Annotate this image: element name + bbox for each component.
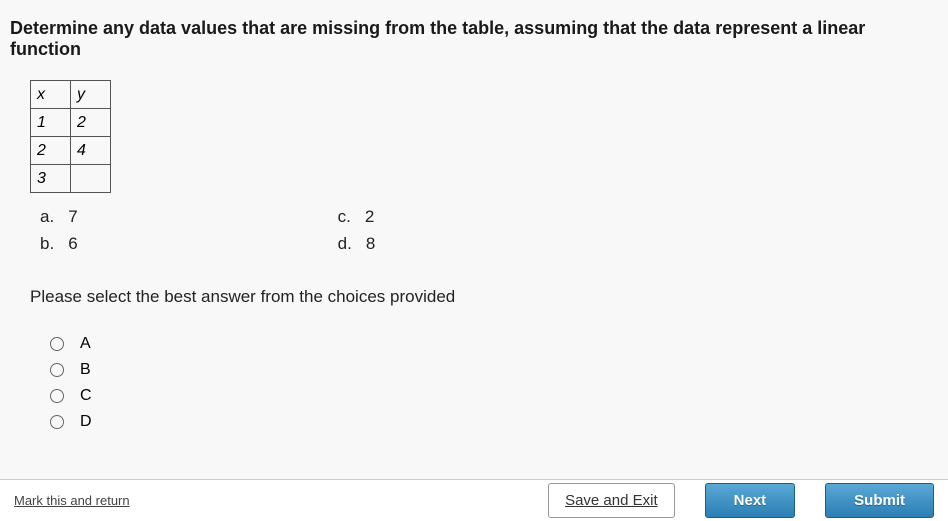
- table-header-row: x y: [31, 81, 111, 109]
- answer-d: d. 8: [338, 230, 376, 257]
- choice-b[interactable]: B: [50, 361, 918, 379]
- answer-letter: b.: [40, 230, 54, 257]
- instruction-text: Please select the best answer from the c…: [30, 287, 918, 307]
- footer-bar: Mark this and return Save and Exit Next …: [0, 479, 948, 521]
- answer-value: 2: [365, 203, 374, 230]
- content-area: x y 1 2 2 4 3 a. 7 b. 6 c: [0, 70, 948, 449]
- table-row: 2 4: [31, 137, 111, 165]
- answer-letter: d.: [338, 230, 352, 257]
- next-button[interactable]: Next: [705, 483, 796, 518]
- header-y: y: [71, 81, 111, 109]
- choice-label: C: [80, 387, 92, 405]
- cell-y: 2: [71, 109, 111, 137]
- choice-list: A B C D: [50, 335, 918, 431]
- radio-icon[interactable]: [50, 337, 64, 351]
- table-row: 1 2: [31, 109, 111, 137]
- radio-icon[interactable]: [50, 415, 64, 429]
- answer-a: a. 7: [40, 203, 78, 230]
- answer-letter: a.: [40, 203, 54, 230]
- header-x: x: [31, 81, 71, 109]
- answer-col-left: a. 7 b. 6: [40, 203, 78, 257]
- answer-value: 8: [366, 230, 375, 257]
- answer-value: 7: [68, 203, 77, 230]
- cell-x: 3: [31, 165, 71, 193]
- question-text: Determine any data values that are missi…: [0, 0, 948, 70]
- choice-c[interactable]: C: [50, 387, 918, 405]
- radio-icon[interactable]: [50, 363, 64, 377]
- answer-options: a. 7 b. 6 c. 2 d. 8: [40, 203, 918, 257]
- radio-icon[interactable]: [50, 389, 64, 403]
- choice-a[interactable]: A: [50, 335, 918, 353]
- answer-letter: c.: [338, 203, 351, 230]
- cell-x: 2: [31, 137, 71, 165]
- answer-b: b. 6: [40, 230, 78, 257]
- data-table: x y 1 2 2 4 3: [30, 80, 111, 193]
- choice-label: B: [80, 361, 91, 379]
- cell-y: 4: [71, 137, 111, 165]
- save-exit-button[interactable]: Save and Exit: [548, 483, 675, 518]
- cell-x: 1: [31, 109, 71, 137]
- submit-button[interactable]: Submit: [825, 483, 934, 518]
- choice-label: D: [80, 413, 92, 431]
- mark-return-link[interactable]: Mark this and return: [14, 493, 130, 508]
- table-row: 3: [31, 165, 111, 193]
- answer-col-right: c. 2 d. 8: [338, 203, 376, 257]
- choice-d[interactable]: D: [50, 413, 918, 431]
- answer-value: 6: [68, 230, 77, 257]
- cell-y: [71, 165, 111, 193]
- answer-c: c. 2: [338, 203, 376, 230]
- choice-label: A: [80, 335, 91, 353]
